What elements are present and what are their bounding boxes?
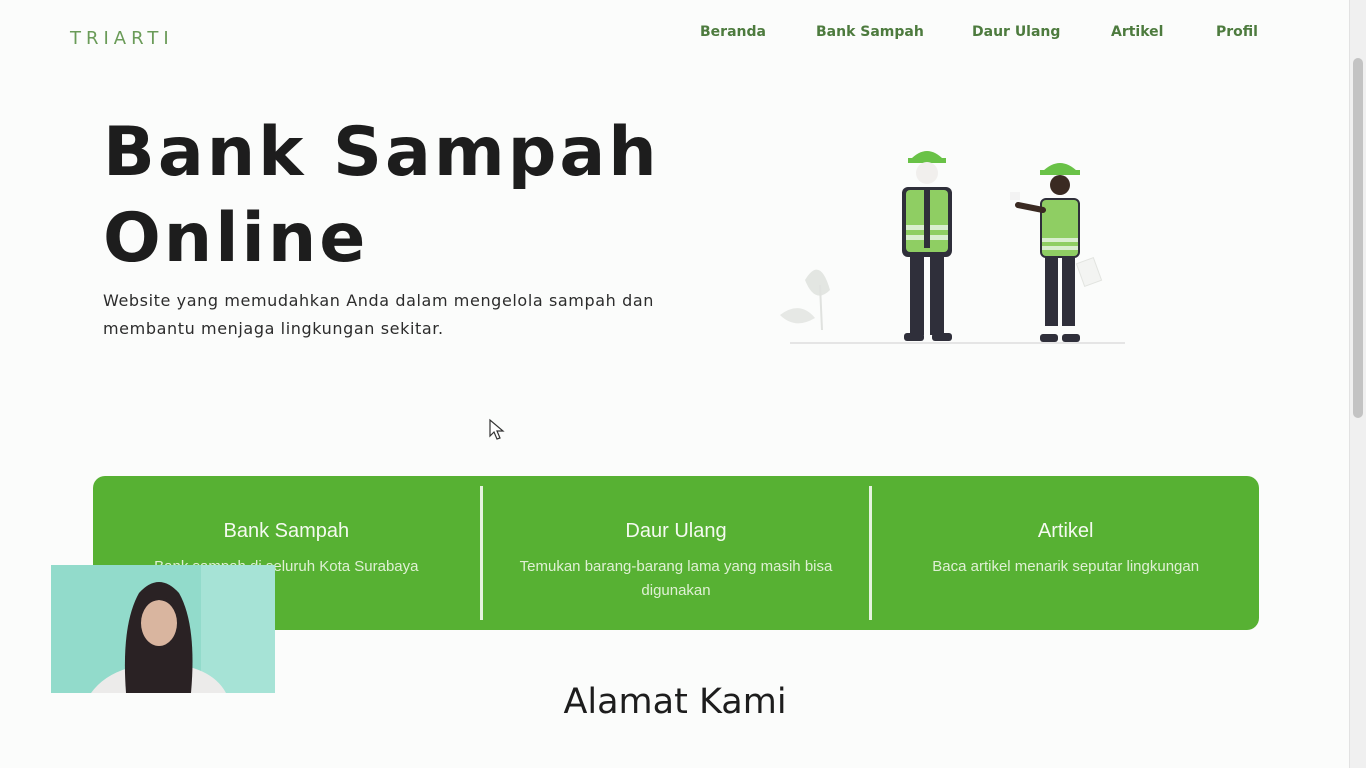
recycling-workers-illustration xyxy=(780,151,1125,344)
card-title: Bank Sampah xyxy=(223,520,350,542)
hero-title-line1: Bank Sampah xyxy=(103,113,660,192)
card-description: Baca artikel menarik seputar lingkungan xyxy=(932,558,1200,575)
presenter-video xyxy=(51,565,275,693)
hero-title-line2: Online xyxy=(103,199,369,278)
card-title: Artikel xyxy=(1037,520,1094,542)
nav-item-profil[interactable]: Profil xyxy=(1216,24,1258,40)
card-artikel[interactable]: Artikel Baca artikel menarik seputar lin… xyxy=(872,476,1259,630)
hero-title: Bank Sampah Online xyxy=(103,110,723,282)
card-description: Temukan barang-barang lama yang masih bi… xyxy=(519,558,833,599)
nav-item-daur-ulang[interactable]: Daur Ulang xyxy=(972,24,1060,40)
scrollbar-thumb[interactable] xyxy=(1353,58,1363,418)
webcam-overlay xyxy=(51,565,275,693)
hero-subtitle: Website yang memudahkan Anda dalam menge… xyxy=(103,291,654,338)
nav-item-bank-sampah[interactable]: Bank Sampah xyxy=(816,24,924,40)
nav-item-beranda[interactable]: Beranda xyxy=(700,24,766,40)
main-nav: Beranda Bank Sampah Daur Ulang Artikel P… xyxy=(0,24,1350,44)
nav-item-artikel[interactable]: Artikel xyxy=(1111,24,1163,40)
page: TRIARTI Beranda Bank Sampah Daur Ulang A… xyxy=(0,0,1350,768)
pointer-cursor-icon xyxy=(489,418,505,440)
card-daur-ulang[interactable]: Daur Ulang Temukan barang-barang lama ya… xyxy=(483,476,870,630)
page-scrollbar[interactable] xyxy=(1349,0,1366,768)
card-title: Daur Ulang xyxy=(625,520,727,542)
